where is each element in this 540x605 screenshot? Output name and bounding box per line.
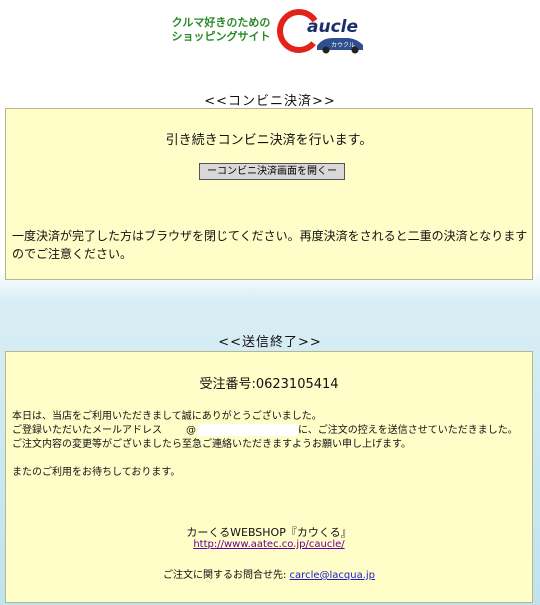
- order-number: 受注番号:0623105414: [199, 377, 339, 392]
- contact-line: ご注文に関するお問合せ先: carcle@lacqua.jp: [6, 566, 532, 581]
- change-request-line: ご注文内容の変更等がございましたら至急ご連絡いただきますようお願い申し上げます。: [12, 439, 411, 450]
- brand-kana: カウクル: [331, 41, 355, 49]
- convenience-payment-panel: 引き続きコンビニ決済を行います。 ーコンビニ決済画面を開くー 一度決済が完了した…: [5, 108, 533, 280]
- convenience-lead-text: 引き続きコンビニ決済を行います。: [165, 133, 373, 148]
- logo-tagline: クルマ好きのための ショッピングサイト: [165, 16, 277, 44]
- caucle-brand-icon: aucle カウクル: [277, 9, 363, 54]
- email-sent-suffix: に、ご注文の控えを送信させていただきました。: [298, 425, 518, 436]
- shop-url-link[interactable]: http://www.aatec.co.jp/caucle/: [193, 539, 344, 550]
- email-sent-line: ご登録いただいたメールアドレス @ に、ご注文の控えを送信させていただきました。: [12, 424, 528, 438]
- contact-label: ご注文に関するお問合せ先:: [162, 570, 287, 581]
- contact-email-link[interactable]: carcle@lacqua.jp: [290, 570, 375, 581]
- complete-section-title: <<送信終了>>: [218, 335, 322, 350]
- order-complete-panel: 受注番号:0623105414 本日は、当店をご利用いただきまして誠にありがとう…: [5, 351, 533, 603]
- logo-tagline-line1: クルマ好きのための: [171, 16, 271, 29]
- logo-tagline-line2: ショッピングサイト: [171, 30, 271, 43]
- thanks-line: 本日は、当店をご利用いただきまして誠にありがとうございました。: [12, 411, 322, 422]
- shop-name: カーくるWEBSHOP『カウくる』: [186, 526, 352, 539]
- email-sent-prefix: ご登録いただいたメールアドレス: [12, 425, 162, 436]
- convenience-section-title: <<コンビニ決済>>: [204, 94, 336, 109]
- masked-email: [198, 424, 298, 436]
- closing-line: またのご利用をお待ちしております。: [12, 467, 181, 478]
- site-logo[interactable]: クルマ好きのための ショッピングサイト aucle カウクル: [165, 6, 375, 54]
- double-payment-warning: 一度決済が完了した方はブラウザを閉じてください。再度決済をされると二重の決済とな…: [12, 229, 528, 261]
- masked-email-at: @: [186, 425, 196, 436]
- open-convenience-payment-button[interactable]: ーコンビニ決済画面を開くー: [199, 163, 345, 180]
- svg-text:aucle: aucle: [307, 17, 358, 37]
